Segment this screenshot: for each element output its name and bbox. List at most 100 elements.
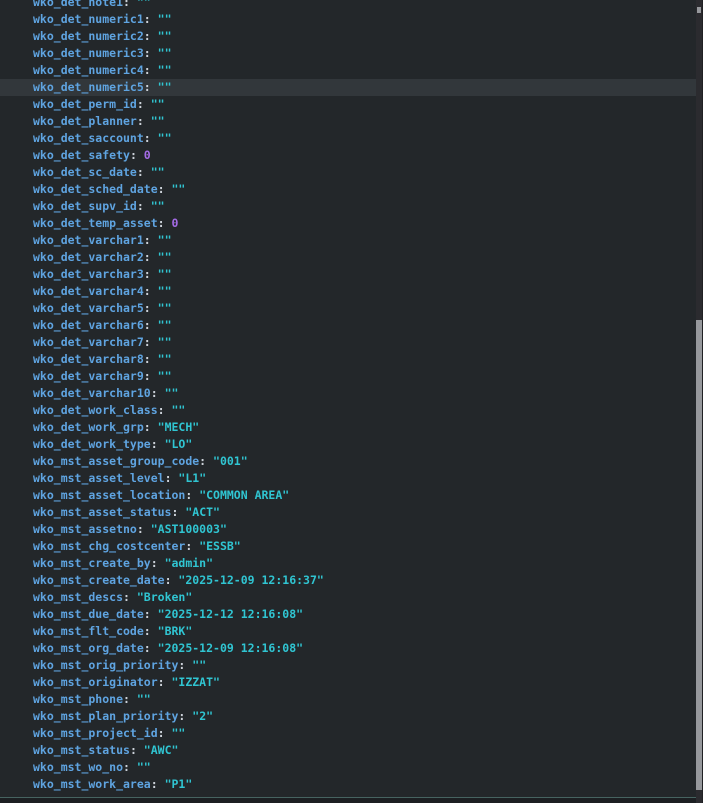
property-row[interactable]: wko_det_varchar10: "" [0,385,696,402]
colon-separator: : [158,182,172,196]
property-value: "2" [192,709,213,723]
property-row[interactable]: wko_mst_plan_priority: "2" [0,708,696,725]
property-row[interactable]: wko_mst_assetno: "AST100003" [0,521,696,538]
property-row[interactable]: wko_mst_flt_code: "BRK" [0,623,696,640]
property-row[interactable]: wko_det_safety: 0 [0,147,696,164]
property-key: wko_det_note1 [33,0,123,9]
property-row[interactable]: wko_mst_create_date: "2025-12-09 12:16:3… [0,572,696,589]
property-row[interactable]: wko_det_numeric2: "" [0,28,696,45]
property-row[interactable]: wko_mst_asset_level: "L1" [0,470,696,487]
property-value: "" [158,301,172,315]
property-key: wko_det_planner [33,114,137,128]
property-key: wko_det_safety [33,148,130,162]
property-key: wko_mst_assetno [33,522,137,536]
vertical-scrollbar[interactable] [696,0,703,803]
property-row[interactable]: wko_mst_orig_priority: "" [0,657,696,674]
property-row[interactable]: wko_det_saccount: "" [0,130,696,147]
property-key: wko_mst_flt_code [33,624,144,638]
colon-separator: : [144,369,158,383]
property-row[interactable]: wko_mst_org_date: "2025-12-09 12:16:08" [0,640,696,657]
property-row[interactable]: wko_det_varchar1: "" [0,232,696,249]
property-key: wko_det_saccount [33,131,144,145]
property-key: wko_det_varchar4 [33,284,144,298]
property-row[interactable]: wko_det_temp_asset: 0 [0,215,696,232]
property-row[interactable]: wko_mst_phone: "" [0,691,696,708]
colon-separator: : [158,675,172,689]
property-row[interactable]: wko_mst_originator: "IZZAT" [0,674,696,691]
property-value: "" [171,182,185,196]
property-row[interactable]: wko_det_note1: "" [0,0,696,11]
property-row[interactable]: wko_det_numeric4: "" [0,62,696,79]
scroll-up-arrow-icon[interactable] [697,7,701,13]
property-value: "2025-12-09 12:16:08" [158,641,303,655]
property-key: wko_mst_chg_costcenter [33,539,185,553]
property-row[interactable]: wko_mst_descs: "Broken" [0,589,696,606]
property-row[interactable]: wko_det_varchar7: "" [0,334,696,351]
property-row[interactable]: wko_det_perm_id: "" [0,96,696,113]
property-value: "" [137,0,151,9]
property-value: 0 [171,216,178,230]
property-value: "" [137,760,151,774]
property-row[interactable]: wko_det_varchar4: "" [0,283,696,300]
property-key: wko_det_varchar10 [33,386,151,400]
property-row[interactable]: wko_det_sched_date: "" [0,181,696,198]
property-key: wko_mst_project_id [33,726,158,740]
property-row[interactable]: wko_det_varchar8: "" [0,351,696,368]
property-row[interactable]: wko_det_varchar6: "" [0,317,696,334]
property-row[interactable]: wko_det_supv_id: "" [0,198,696,215]
colon-separator: : [178,709,192,723]
property-row[interactable]: wko_mst_create_by: "admin" [0,555,696,572]
colon-separator: : [144,641,158,655]
colon-separator: : [144,46,158,60]
property-value: "LO" [165,437,193,451]
property-value: "" [171,726,185,740]
colon-separator: : [144,267,158,281]
scrollbar-thumb[interactable] [696,320,702,790]
property-row[interactable]: wko_mst_asset_group_code: "001" [0,453,696,470]
colon-separator: : [144,63,158,77]
property-key: wko_mst_asset_level [33,471,165,485]
property-row[interactable]: wko_mst_project_id: "" [0,725,696,742]
property-row[interactable]: wko_det_varchar2: "" [0,249,696,266]
property-row[interactable]: wko_mst_asset_status: "ACT" [0,504,696,521]
colon-separator: : [130,743,144,757]
property-row[interactable]: wko_mst_due_date: "2025-12-12 12:16:08" [0,606,696,623]
property-row[interactable]: wko_mst_wo_no: "" [0,759,696,776]
property-row[interactable]: wko_mst_chg_costcenter: "ESSB" [0,538,696,555]
property-value: "" [158,233,172,247]
property-value: "2025-12-09 12:16:37" [178,573,323,587]
property-value: "" [158,318,172,332]
property-value: "" [158,46,172,60]
property-row[interactable]: wko_mst_work_area: "P1" [0,776,696,793]
property-row[interactable]: wko_det_varchar9: "" [0,368,696,385]
property-row[interactable]: wko_det_planner: "" [0,113,696,130]
property-value: "MECH" [158,420,200,434]
property-row[interactable]: wko_det_varchar3: "" [0,266,696,283]
colon-separator: : [123,590,137,604]
property-row[interactable]: wko_det_varchar5: "" [0,300,696,317]
property-row[interactable]: wko_det_numeric5: "" [0,79,696,96]
property-row[interactable]: wko_det_numeric3: "" [0,45,696,62]
colon-separator: : [151,777,165,791]
property-row[interactable]: wko_mst_asset_location: "COMMON AREA" [0,487,696,504]
colon-separator: : [185,539,199,553]
colon-separator: : [137,199,151,213]
colon-separator: : [178,658,192,672]
property-value: "" [151,97,165,111]
colon-separator: : [165,573,179,587]
property-value: "ACT" [185,505,220,519]
property-row[interactable]: wko_det_work_class: "" [0,402,696,419]
property-row[interactable]: wko_mst_status: "AWC" [0,742,696,759]
colon-separator: : [144,233,158,247]
property-row[interactable]: wko_det_numeric1: "" [0,11,696,28]
property-value: "" [158,12,172,26]
colon-separator: : [144,318,158,332]
colon-separator: : [144,250,158,264]
property-row[interactable]: wko_det_work_grp: "MECH" [0,419,696,436]
property-value: "IZZAT" [171,675,219,689]
colon-separator: : [144,335,158,349]
property-value: "" [158,284,172,298]
property-row[interactable]: wko_det_work_type: "LO" [0,436,696,453]
property-row[interactable]: wko_det_sc_date: "" [0,164,696,181]
property-key: wko_det_perm_id [33,97,137,111]
